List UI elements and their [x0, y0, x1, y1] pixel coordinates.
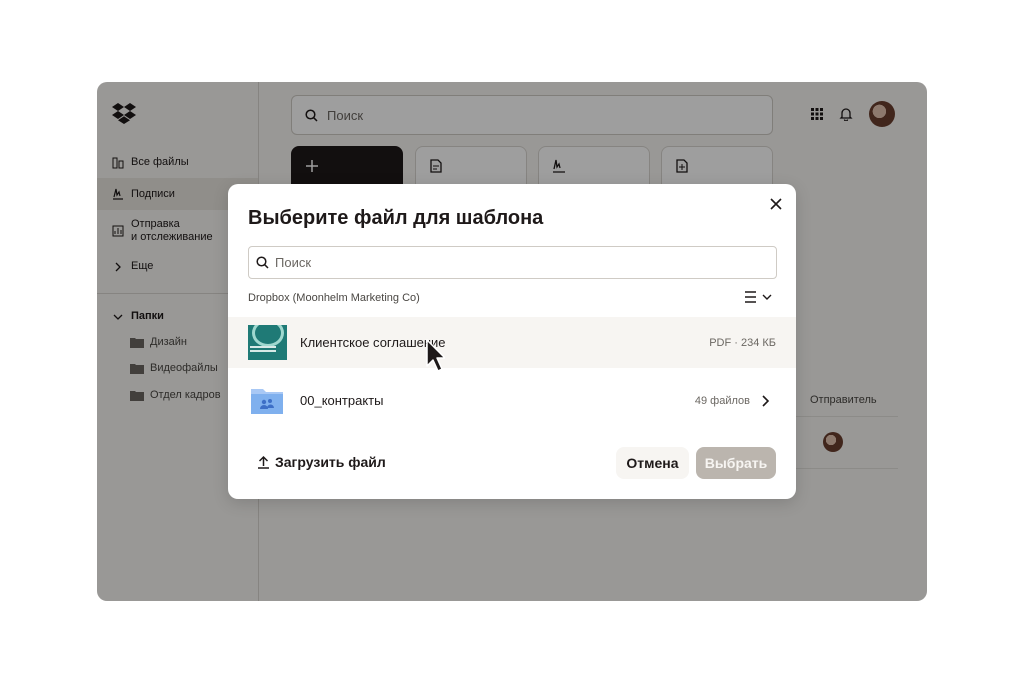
file-name: Клиентское соглашение [300, 335, 446, 350]
folder-name: 00_контракты [300, 393, 384, 408]
dialog-search-input[interactable]: Поиск [248, 246, 777, 279]
breadcrumb[interactable]: Dropbox (Moonhelm Marketing Co) [248, 292, 420, 304]
close-icon[interactable] [768, 196, 784, 212]
file-row-client-agreement[interactable]: Клиентское соглашение PDF · 234 КБ [228, 317, 796, 368]
choose-file-dialog: Выберите файл для шаблона Поиск Dropbox … [228, 184, 796, 499]
upload-label: Загрузить файл [275, 454, 386, 470]
file-meta: PDF · 234 КБ [709, 336, 776, 349]
upload-file-button[interactable]: Загрузить файл [257, 454, 386, 470]
chevron-right-icon[interactable] [762, 394, 770, 407]
upload-icon [258, 455, 269, 469]
pdf-thumbnail [248, 325, 287, 360]
folder-row-contracts[interactable]: 00_контракты 49 файлов [228, 375, 796, 426]
mouse-pointer-icon [426, 339, 445, 372]
cancel-button[interactable]: Отмена [616, 447, 689, 479]
list-view-toggle-icon[interactable] [743, 290, 773, 304]
folder-meta: 49 файлов [694, 394, 750, 407]
search-icon [256, 256, 269, 269]
search-placeholder: Поиск [275, 255, 312, 270]
dialog-title: Выберите файл для шаблона [248, 207, 544, 229]
choose-button[interactable]: Выбрать [696, 447, 776, 479]
shared-folder-icon [251, 389, 283, 414]
